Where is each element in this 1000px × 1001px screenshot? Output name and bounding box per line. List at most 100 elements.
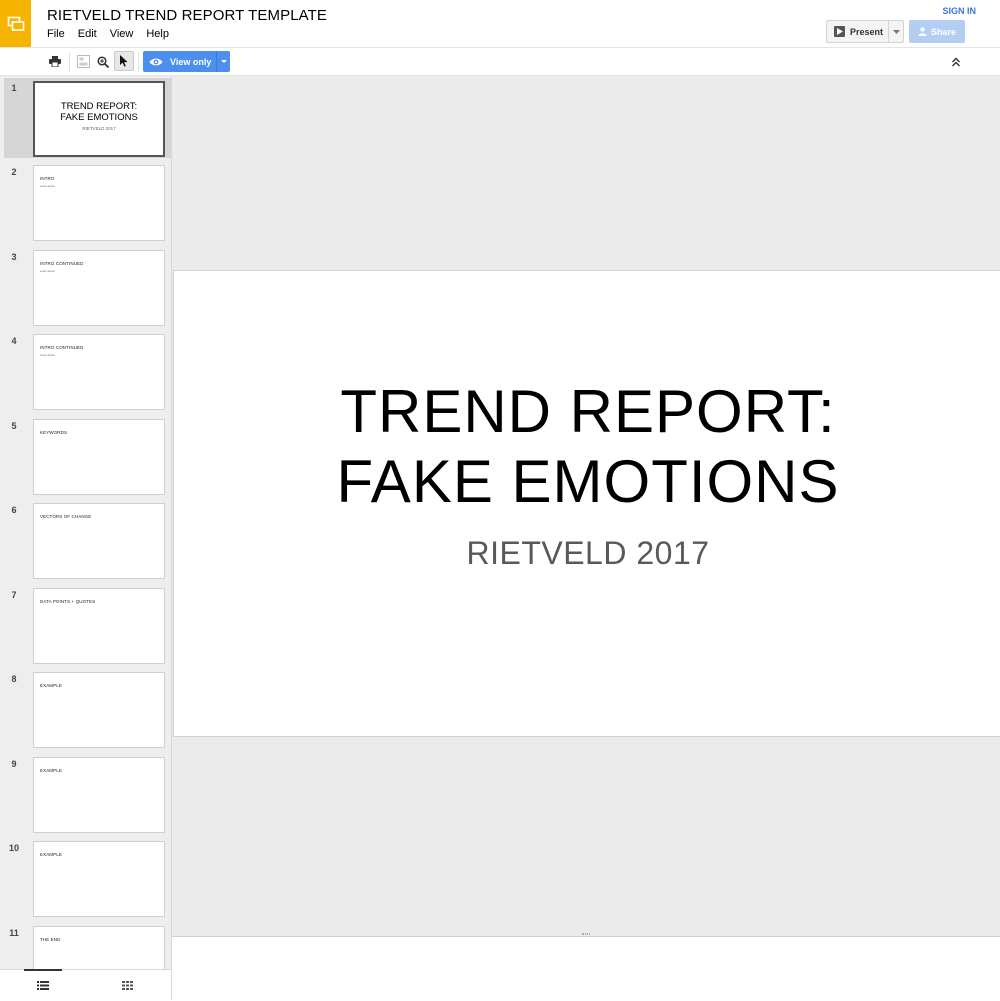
slide-preview-title: KEYWORDS [40, 430, 68, 435]
slide-preview-title: EXAMPLE [40, 683, 62, 688]
caret-down-icon [220, 60, 227, 63]
sign-in-link[interactable]: SIGN IN [942, 6, 976, 16]
menu-view[interactable]: View [110, 28, 134, 40]
filmstrip-view-button[interactable] [24, 969, 62, 1000]
view-only-main[interactable]: View only [143, 51, 217, 72]
slide-preview[interactable]: INTRO Lorem ipsum [33, 165, 165, 241]
slide-title: TREND REPORT: FAKE EMOTIONS [174, 377, 1000, 517]
toolbar-divider [138, 52, 139, 72]
slide-filmstrip[interactable]: 1 TREND REPORT: FAKE EMOTIONS RIETVELD 2… [0, 76, 172, 969]
slide-preview[interactable]: KEYWORDS [33, 419, 165, 495]
print-button[interactable] [45, 52, 64, 71]
slide-thumbnail-8[interactable]: 8 EXAMPLE [0, 669, 171, 749]
slide-number: 5 [11, 421, 17, 431]
menu-help[interactable]: Help [146, 28, 169, 40]
toolbar: View only [0, 47, 1000, 76]
slide-number: 3 [11, 252, 17, 262]
slide-preview[interactable]: VECTORS OF CHANGE [33, 503, 165, 579]
select-tool-button[interactable] [114, 51, 134, 71]
slide-title-line: FAKE EMOTIONS [336, 448, 840, 515]
caret-down-icon [892, 29, 900, 34]
slide-preview-title: INTRO CONTINUED [40, 261, 84, 266]
slide-preview-title-line: FAKE EMOTIONS [60, 112, 138, 123]
slide-title-line: TREND REPORT: [340, 378, 836, 445]
view-only-button[interactable]: View only [143, 51, 230, 72]
slide-preview[interactable]: INTRO CONTINUED Lorem ipsum [33, 250, 165, 326]
slide-number: 8 [11, 674, 17, 684]
document-title: RIETVELD TREND REPORT TEMPLATE [47, 7, 328, 24]
slide-preview-title: TREND REPORT: FAKE EMOTIONS [35, 101, 163, 123]
slide-thumbnail-5[interactable]: 5 KEYWORDS [0, 416, 171, 496]
cursor-icon [119, 55, 128, 67]
slide-canvas: TREND REPORT: FAKE EMOTIONS RIETVELD 201… [172, 76, 1000, 931]
play-icon [834, 26, 845, 37]
slide-preview-body: Lorem ipsum [40, 185, 55, 188]
slide-preview[interactable]: EXAMPLE [33, 841, 165, 917]
zoom-button[interactable] [93, 52, 112, 71]
slide-preview-title: VECTORS OF CHANGE [40, 514, 92, 519]
view-only-label: View only [170, 56, 212, 67]
grid-view-icon [121, 981, 133, 990]
slide-number: 1 [11, 83, 17, 93]
slide-preview[interactable]: EXAMPLE [33, 757, 165, 833]
slide-preview-title: DATA POINTS + QUOTES [40, 599, 96, 604]
slides-logo-icon[interactable] [0, 0, 31, 47]
drag-handle-icon [582, 933, 590, 935]
share-label: Share [930, 26, 956, 37]
current-slide[interactable]: TREND REPORT: FAKE EMOTIONS RIETVELD 201… [173, 270, 1000, 737]
slide-subtitle: RIETVELD 2017 [466, 535, 710, 571]
slide-number: 10 [8, 843, 19, 853]
slide-preview-body: Lorem ipsum [40, 270, 55, 273]
app-header: RIETVELD TREND REPORT TEMPLATE File Edit… [0, 0, 1000, 47]
slide-preview[interactable]: EXAMPLE [33, 672, 165, 748]
slide-preview-title: INTRO CONTINUED [40, 345, 84, 350]
view-only-dropdown[interactable] [217, 51, 230, 72]
slide-number: 2 [11, 167, 17, 177]
menu-bar: File Edit View Help [47, 28, 182, 40]
slide-preview-title: EXAMPLE [40, 852, 62, 857]
eye-icon [149, 58, 163, 65]
toolbar-divider [69, 52, 70, 72]
slide-thumbnail-7[interactable]: 7 DATA POINTS + QUOTES [0, 585, 171, 665]
list-view-icon [37, 981, 49, 990]
slide-number: 6 [11, 505, 17, 515]
menu-edit[interactable]: Edit [78, 28, 97, 40]
slide-preview-title: INTRO [40, 176, 55, 181]
slide-number: 11 [9, 928, 19, 938]
grid-view-button[interactable] [108, 970, 146, 1001]
print-icon [48, 56, 61, 67]
slide-thumbnail-6[interactable]: 6 VECTORS OF CHANGE [0, 500, 171, 580]
share-button[interactable]: Share [909, 20, 965, 43]
layout-icon [77, 55, 90, 68]
slide-thumbnail-4[interactable]: 4 INTRO CONTINUED Lorem ipsum [0, 331, 171, 411]
slide-preview-title: EXAMPLE [40, 768, 62, 773]
slide-number: 9 [11, 759, 17, 769]
slide-thumbnail-10[interactable]: 10 EXAMPLE [0, 838, 171, 918]
slide-preview-title-line: TREND REPORT: [60, 101, 138, 112]
zoom-icon [96, 55, 109, 68]
slide-number: 4 [11, 336, 17, 346]
filmstrip-footer [0, 969, 172, 1000]
present-label: Present [850, 26, 884, 37]
slide-thumbnail-3[interactable]: 3 INTRO CONTINUED Lorem ipsum [0, 247, 171, 327]
layout-button[interactable] [74, 52, 93, 71]
menu-file[interactable]: File [47, 28, 65, 40]
present-dropdown-button[interactable] [888, 20, 904, 43]
slide-number: 7 [11, 590, 17, 600]
person-icon [918, 27, 927, 36]
slide-thumbnail-11[interactable]: 11 THE END [0, 923, 171, 969]
speaker-notes-panel[interactable] [172, 937, 1000, 1000]
slide-preview-body: Lorem ipsum [40, 354, 55, 357]
slide-thumbnail-1[interactable]: 1 TREND REPORT: FAKE EMOTIONS RIETVELD 2… [4, 78, 171, 158]
collapse-header-button[interactable] [946, 52, 965, 71]
slide-preview[interactable]: TREND REPORT: FAKE EMOTIONS RIETVELD 201… [33, 81, 165, 157]
slide-preview-title: THE END [40, 937, 61, 942]
present-button[interactable]: Present [826, 20, 888, 43]
slide-preview[interactable]: THE END [33, 926, 165, 969]
slide-thumbnail-2[interactable]: 2 INTRO Lorem ipsum [0, 162, 171, 242]
slide-thumbnail-9[interactable]: 9 EXAMPLE [0, 754, 171, 834]
present-button-group: Present [826, 20, 904, 43]
slide-preview[interactable]: DATA POINTS + QUOTES [33, 588, 165, 664]
slide-preview[interactable]: INTRO CONTINUED Lorem ipsum [33, 334, 165, 410]
double-chevron-up-icon [951, 57, 960, 66]
